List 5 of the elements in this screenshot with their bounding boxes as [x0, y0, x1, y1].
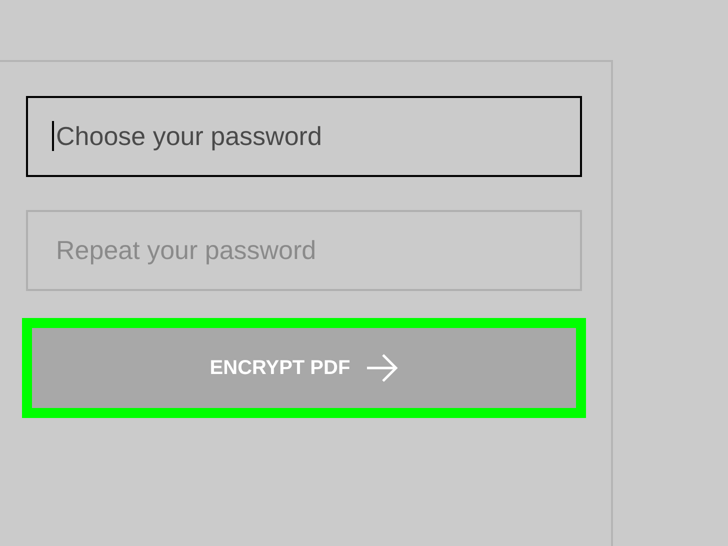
input-field[interactable]: Repeat your password [26, 210, 582, 291]
input-field[interactable]: Choose your password [26, 96, 582, 177]
encrypt-button[interactable]: ENCRYPT PDF [22, 318, 586, 418]
text-cursor [52, 121, 54, 151]
arrow-icon [366, 353, 398, 383]
